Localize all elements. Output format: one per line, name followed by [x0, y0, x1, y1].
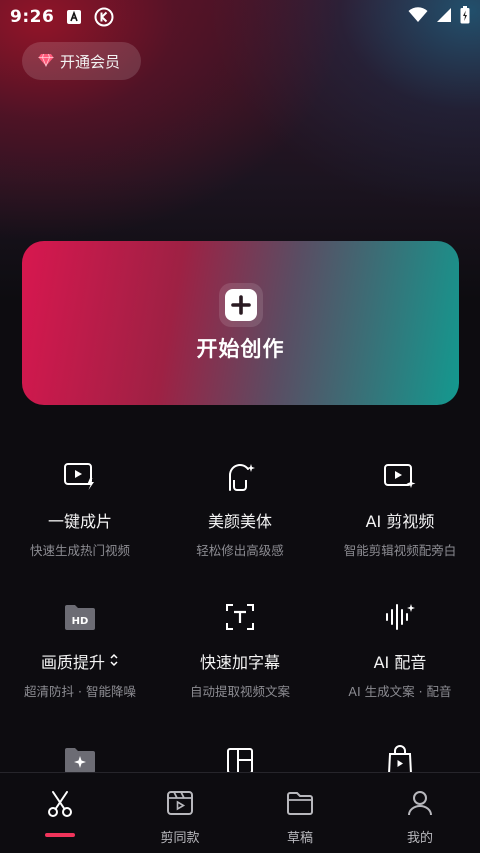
- tools-grid: 一键成片 快速生成热门视频 美颜美体 轻松修出高级感 AI 剪视频 智能剪辑视频…: [0, 458, 480, 740]
- tool-partial[interactable]: [0, 742, 160, 772]
- tool-beauty[interactable]: 美颜美体 轻松修出高级感: [160, 458, 320, 599]
- tool-title: AI 剪视频: [365, 512, 435, 531]
- layout-icon: [222, 742, 258, 772]
- tab-edit[interactable]: [0, 773, 120, 853]
- start-create-button[interactable]: 开始创作: [22, 241, 459, 405]
- folder-spark-icon: [62, 742, 98, 772]
- tool-subtitle: AI 生成文案 · 配音: [348, 684, 452, 699]
- tab-drafts[interactable]: 草稿: [240, 773, 360, 853]
- tab-label: 剪同款: [160, 831, 200, 846]
- tool-quality-enhance[interactable]: HD 画质提升 超清防抖 · 智能降噪: [0, 599, 160, 740]
- tool-ai-voice[interactable]: AI 配音 AI 生成文案 · 配音: [320, 599, 480, 740]
- tool-auto-subtitles[interactable]: 快速加字幕 自动提取视频文案: [160, 599, 320, 740]
- diamond-icon: [38, 52, 54, 71]
- tool-partial[interactable]: [320, 742, 480, 772]
- battery-icon: [460, 6, 470, 28]
- folder-icon: [286, 789, 314, 821]
- tool-subtitle: 快速生成热门视频: [29, 543, 130, 558]
- tool-ai-clip[interactable]: AI 剪视频 智能剪辑视频配旁白: [320, 458, 480, 599]
- start-create-label: 开始创作: [196, 337, 285, 361]
- voice-wave-icon: [382, 599, 418, 635]
- tool-subtitle: 自动提取视频文案: [189, 684, 290, 699]
- svg-text:HD: HD: [72, 616, 89, 627]
- tool-title: 美颜美体: [207, 512, 272, 531]
- scissors-icon: [45, 789, 75, 823]
- shopping-bag-icon: [382, 742, 418, 772]
- tools-grid-next-row: [0, 742, 480, 772]
- play-spark-icon: [62, 458, 98, 494]
- tool-subtitle: 超清防抖 · 智能降噪: [24, 684, 136, 699]
- tool-title: 快速加字幕: [199, 653, 280, 672]
- text-frame-icon: [222, 599, 258, 635]
- profile-icon: [406, 789, 434, 821]
- tool-one-click-video[interactable]: 一键成片 快速生成热门视频: [0, 458, 160, 599]
- tab-profile[interactable]: 我的: [360, 773, 480, 853]
- template-icon: [166, 789, 194, 821]
- tool-title: 一键成片: [47, 512, 112, 531]
- status-bar: 9:26: [0, 0, 480, 34]
- tab-label: 草稿: [286, 831, 313, 846]
- tool-title: 画质提升: [40, 653, 105, 672]
- ai-clip-icon: [382, 458, 418, 494]
- face-beauty-icon: [222, 458, 258, 494]
- hd-icon: HD: [62, 599, 98, 635]
- signal-icon: [436, 7, 452, 27]
- status-time: 9:26: [10, 7, 55, 27]
- plus-icon: [218, 283, 263, 327]
- tool-subtitle: 智能剪辑视频配旁白: [343, 543, 457, 558]
- app-k-icon: [94, 7, 114, 27]
- tab-label: 我的: [406, 831, 433, 846]
- chevron-up-down-icon[interactable]: [109, 652, 119, 671]
- bottom-tab-bar: 剪同款 草稿 我的: [0, 772, 480, 853]
- tool-title: AI 配音: [373, 653, 427, 672]
- wifi-icon: [408, 7, 428, 27]
- vip-label: 开通会员: [60, 52, 121, 71]
- active-tab-indicator: [45, 833, 75, 837]
- app-a-icon: [66, 9, 82, 25]
- tool-partial[interactable]: [160, 742, 320, 772]
- vip-button[interactable]: 开通会员: [22, 42, 141, 80]
- tab-templates[interactable]: 剪同款: [120, 773, 240, 853]
- tool-subtitle: 轻松修出高级感: [196, 543, 284, 558]
